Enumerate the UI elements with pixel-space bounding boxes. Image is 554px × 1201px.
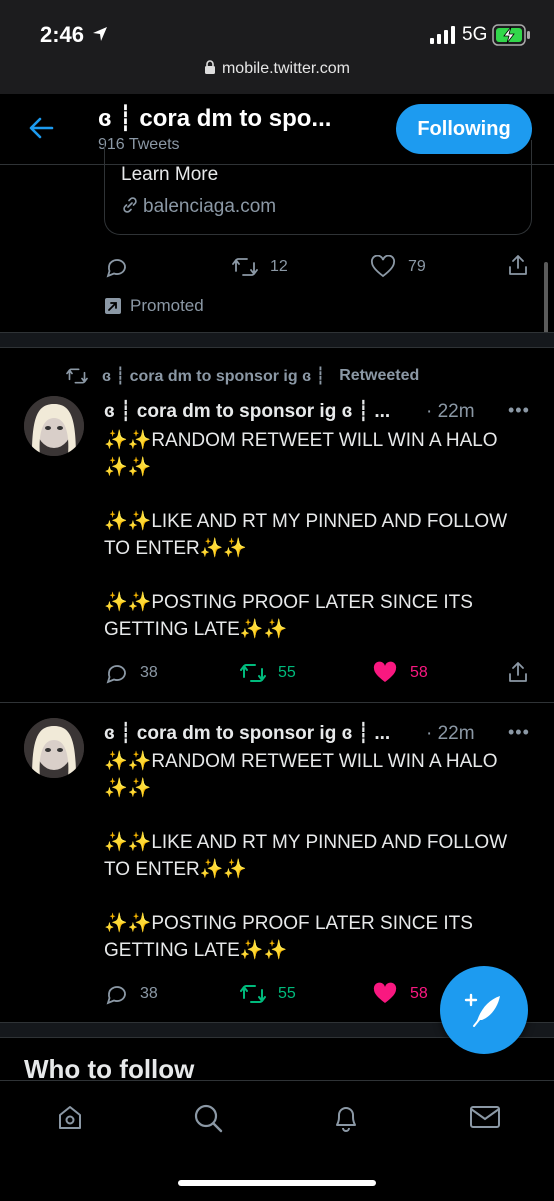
profile-name: ɞ ┊ cora dm to spo...: [98, 105, 332, 132]
status-bar: 2:46 5G mobile.twitter.com: [0, 0, 554, 94]
retweet-count: 55: [278, 985, 296, 1002]
arrow-left-icon[interactable]: [28, 116, 54, 140]
reply-count: 38: [140, 985, 158, 1002]
retweet-button[interactable]: 55: [240, 982, 296, 1006]
tweet-text: ✨✨RANDOM RETWEET WILL WIN A HALO ✨✨ ✨✨LI…: [104, 427, 534, 670]
compose-button[interactable]: [440, 966, 528, 1054]
like-button[interactable]: 58: [372, 661, 428, 685]
retweet-context: ɞ ┊ cora dm to sponsor ig ɞ ┊ Retweeted: [66, 366, 419, 386]
like-count: 58: [410, 985, 428, 1002]
signal-icon: [430, 26, 455, 44]
network-type: 5G: [462, 24, 488, 45]
like-button[interactable]: 79: [370, 255, 426, 279]
reply-button[interactable]: 38: [104, 661, 158, 685]
avatar-image: [24, 718, 84, 778]
tweet-line: ✨✨POSTING PROOF LATER SINCE ITS GETTING …: [104, 913, 473, 961]
link-icon: [123, 197, 137, 213]
reply-icon: [106, 665, 126, 684]
promoted-icon: [105, 298, 121, 314]
search-icon[interactable]: [193, 1103, 223, 1133]
heart-icon: [373, 661, 397, 682]
card-link[interactable]: balenciaga.com: [121, 196, 276, 218]
like-button[interactable]: 58: [372, 982, 428, 1006]
battery-charging-icon: [492, 24, 530, 46]
card-domain: balenciaga.com: [143, 196, 277, 217]
avatar[interactable]: [24, 718, 84, 778]
tweet-line: ✨✨POSTING PROOF LATER SINCE ITS GETTING …: [104, 592, 473, 640]
like-count: 79: [408, 258, 426, 275]
mail-icon[interactable]: [469, 1103, 501, 1131]
retweet-icon: [240, 985, 266, 1003]
share-button[interactable]: [506, 660, 530, 684]
tweet-time[interactable]: · 22m: [426, 723, 475, 745]
reply-button[interactable]: 38: [104, 982, 158, 1006]
feather-plus-icon: [464, 993, 500, 1027]
share-button[interactable]: [506, 253, 530, 277]
tweet-separator: [0, 702, 554, 703]
section-divider: [0, 332, 554, 348]
share-icon: [509, 662, 527, 682]
tweet-line: ✨✨RANDOM RETWEET WILL WIN A HALO ✨✨: [104, 751, 498, 799]
retweet-button[interactable]: 12: [232, 255, 288, 279]
tweet-author[interactable]: ɞ ┊ cora dm to sponsor ig ɞ ┊ ...: [104, 722, 390, 745]
bell-icon[interactable]: [331, 1103, 361, 1133]
home-indicator[interactable]: [178, 1180, 376, 1186]
retweeter-name[interactable]: ɞ ┊ cora dm to sponsor ig ɞ ┊: [102, 366, 325, 386]
retweet-count: 12: [270, 258, 288, 275]
retweet-button[interactable]: 55: [240, 661, 296, 685]
retweet-icon: [66, 368, 88, 384]
tweet-line: ✨✨LIKE AND RT MY PINNED AND FOLLOW TO EN…: [104, 832, 508, 880]
promo-card[interactable]: Learn More balenciaga.com: [104, 140, 532, 235]
tweet-time[interactable]: · 22m: [426, 401, 475, 423]
lock-icon: [204, 60, 215, 74]
url-text: mobile.twitter.com: [221, 60, 351, 77]
more-options-icon[interactable]: •••: [508, 722, 530, 743]
address-bar[interactable]: mobile.twitter.com: [0, 60, 554, 78]
tweet-author[interactable]: ɞ ┊ cora dm to sponsor ig ɞ ┊ ...: [104, 400, 390, 423]
retweet-count: 55: [278, 664, 296, 681]
card-title: Learn More: [121, 164, 219, 185]
heart-icon: [371, 255, 395, 278]
like-count: 58: [410, 664, 428, 681]
location-arrow-icon: [93, 27, 107, 41]
reply-icon: [106, 259, 126, 278]
promoted-label: Promoted: [104, 296, 204, 316]
reply-icon: [106, 986, 126, 1005]
retweet-icon: [232, 258, 258, 276]
retweeted-label: Retweeted: [339, 367, 420, 384]
avatar[interactable]: [24, 396, 84, 456]
home-icon[interactable]: [56, 1103, 84, 1131]
tweet-line: ✨✨RANDOM RETWEET WILL WIN A HALO ✨✨: [104, 430, 498, 478]
share-icon: [509, 255, 527, 275]
reply-count: 38: [140, 664, 158, 681]
more-options-icon[interactable]: •••: [508, 400, 530, 421]
avatar-image: [24, 396, 84, 456]
tweet-line: ✨✨LIKE AND RT MY PINNED AND FOLLOW TO EN…: [104, 511, 508, 559]
tweet-text: ✨✨RANDOM RETWEET WILL WIN A HALO ✨✨ ✨✨LI…: [104, 748, 534, 991]
promoted-text: Promoted: [130, 296, 204, 315]
heart-icon: [373, 982, 397, 1003]
clock: 2:46: [40, 22, 85, 47]
retweet-icon: [240, 664, 266, 682]
reply-button[interactable]: [104, 255, 128, 279]
